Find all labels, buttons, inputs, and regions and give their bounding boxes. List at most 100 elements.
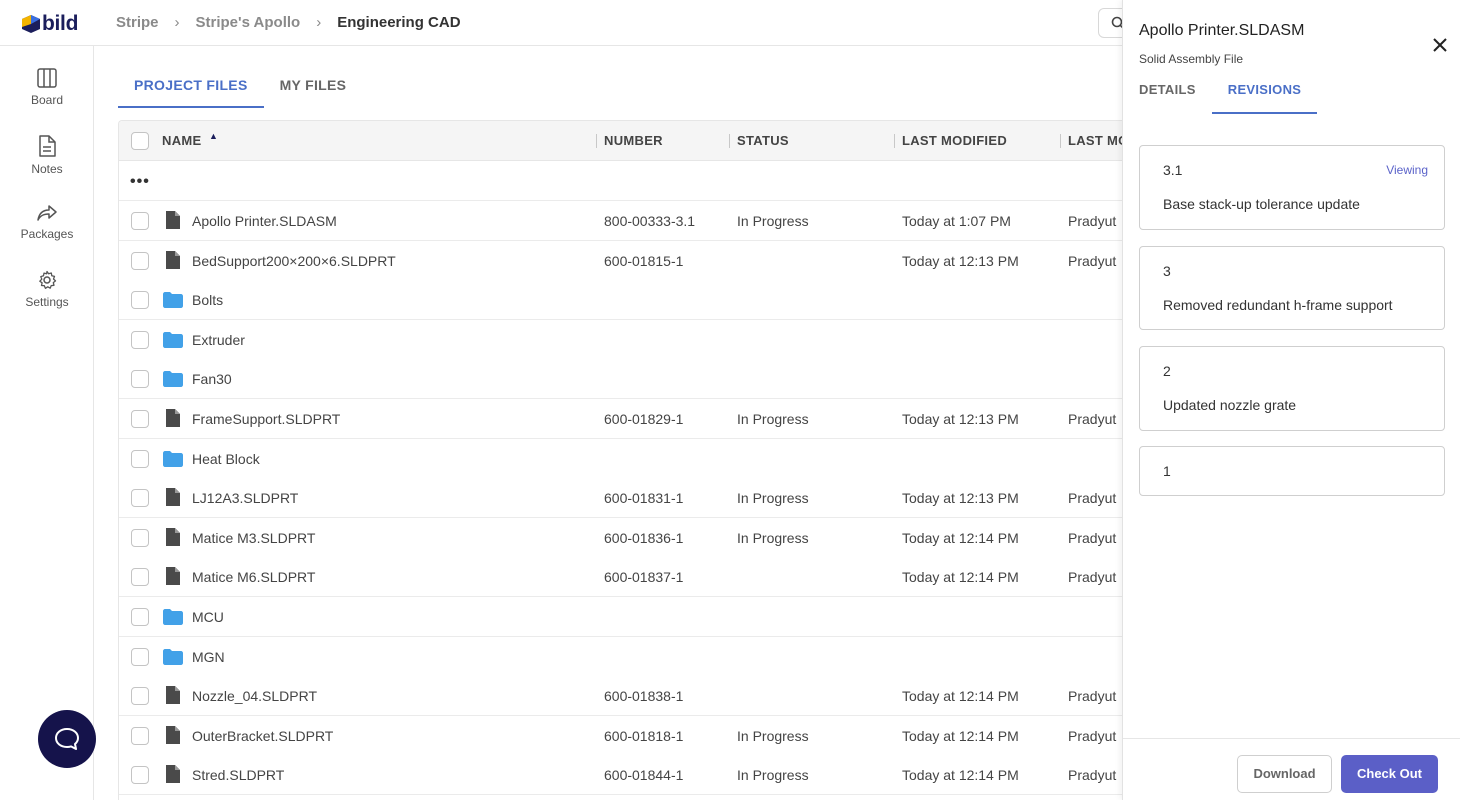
column-header-name[interactable]: NAME xyxy=(162,133,201,148)
last-modified: Today at 12:13 PM xyxy=(902,252,1019,269)
row-checkbox[interactable] xyxy=(131,726,149,745)
column-header-number[interactable]: NUMBER xyxy=(604,133,663,148)
sidebar-item-board[interactable]: Board xyxy=(0,68,94,107)
last-modified-by: Pradyut xyxy=(1068,727,1117,744)
last-modified: Today at 12:14 PM xyxy=(902,529,1019,546)
file-name[interactable]: FrameSupport.SLDPRT xyxy=(192,411,340,427)
tab-project-files[interactable]: PROJECT FILES xyxy=(118,64,264,108)
revision-card[interactable]: 1 xyxy=(1139,446,1445,496)
file-name[interactable]: Fan30 xyxy=(192,371,232,387)
select-all-checkbox[interactable] xyxy=(131,132,149,150)
file-name[interactable]: Extruder xyxy=(192,332,245,348)
row-checkbox[interactable] xyxy=(131,687,149,706)
file-name[interactable]: Nozzle_04.SLDPRT xyxy=(192,688,317,704)
sort-ascending-icon[interactable]: ▲ xyxy=(209,131,218,141)
revision-card[interactable]: 2 Updated nozzle grate xyxy=(1139,346,1445,431)
table-row[interactable]: Stred.SLDPRT 600-01844-1 In Progress Today … xyxy=(119,755,1122,796)
table-row[interactable]: Apollo Printer.SLDASM 800-00333-3.1 In Pro… xyxy=(119,201,1122,241)
file-icon-wrap xyxy=(166,488,180,511)
table-row[interactable]: OuterBracket.SLDPRT 600-01818-1 In Progres… xyxy=(119,715,1122,756)
download-button[interactable]: Download xyxy=(1237,755,1332,793)
file-icon xyxy=(166,211,180,229)
table-row[interactable]: Matice M3.SLDPRT 600-01836-1 In Progress To… xyxy=(119,517,1122,558)
breadcrumb-item[interactable]: Stripe's Apollo xyxy=(196,14,301,31)
tab-my-files[interactable]: MY FILES xyxy=(264,64,363,108)
file-number: 600-01831-1 xyxy=(604,490,684,507)
chat-button[interactable] xyxy=(38,710,96,768)
sidebar-item-notes[interactable]: Notes xyxy=(0,135,94,176)
revision-card[interactable]: 3.1 Viewing Base stack-up tolerance upda… xyxy=(1139,145,1445,230)
row-checkbox[interactable] xyxy=(131,449,149,468)
table-row[interactable]: FrameSupport.SLDPRT 600-01829-1 In Progres… xyxy=(119,399,1122,439)
row-checkbox[interactable] xyxy=(131,489,149,508)
last-modified-by: Pradyut xyxy=(1068,411,1117,427)
row-checkbox[interactable] xyxy=(131,370,149,389)
file-name[interactable]: LJ12A3.SLDPRT xyxy=(192,490,298,506)
sidebar-item-settings[interactable]: Settings xyxy=(0,270,94,309)
row-checkbox[interactable] xyxy=(131,568,149,587)
table-row[interactable]: BedSupport200×200×6.SLDPRT 600-01815-1 Tod… xyxy=(119,240,1122,281)
table-row[interactable]: Bolts xyxy=(119,280,1122,321)
revision-card[interactable]: 3 Removed redundant h-frame support xyxy=(1139,246,1445,330)
table-row[interactable]: Fan30 xyxy=(119,359,1122,400)
row-checkbox[interactable] xyxy=(131,647,149,666)
chevron-right-icon: › xyxy=(316,14,322,31)
file-name[interactable]: Stred.SLDPRT xyxy=(192,767,284,783)
file-name[interactable]: Matice M3.SLDPRT xyxy=(192,530,315,546)
sidebar-item-packages[interactable]: Packages xyxy=(0,204,94,241)
parent-directory-row[interactable]: ••• xyxy=(119,161,1122,201)
column-header-last-modified-by[interactable]: LAST MO xyxy=(1068,133,1122,148)
close-icon[interactable] xyxy=(1431,36,1449,54)
check-out-button[interactable]: Check Out xyxy=(1341,755,1438,793)
table-row[interactable]: Nozzle_04.SLDPRT 600-01838-1 Today at 12:1… xyxy=(119,676,1122,717)
more-dots-icon: ••• xyxy=(130,173,150,190)
column-header-status[interactable]: STATUS xyxy=(737,133,789,148)
table-row[interactable]: Extruder xyxy=(119,319,1122,360)
table-row[interactable]: MGN xyxy=(119,636,1122,677)
share-arrow-icon xyxy=(37,205,57,221)
row-checkbox[interactable] xyxy=(131,410,149,428)
file-name[interactable]: Bolts xyxy=(192,292,223,308)
table-row[interactable]: Heat Block xyxy=(119,438,1122,479)
row-checkbox[interactable] xyxy=(131,212,149,230)
file-name[interactable]: Matice M6.SLDPRT xyxy=(192,569,315,585)
breadcrumb-item[interactable]: Stripe xyxy=(116,14,159,31)
row-checkbox[interactable] xyxy=(131,291,149,310)
file-name[interactable]: Apollo Printer.SLDASM xyxy=(192,213,337,229)
file-name[interactable]: OuterBracket.SLDPRT xyxy=(192,728,333,744)
row-checkbox[interactable] xyxy=(131,766,149,785)
tab-details[interactable]: DETAILS xyxy=(1123,70,1212,114)
column-divider[interactable] xyxy=(894,134,895,148)
column-divider[interactable] xyxy=(1060,134,1061,148)
row-checkbox[interactable] xyxy=(131,608,149,626)
row-checkbox[interactable] xyxy=(131,528,149,547)
last-modified-by: Pradyut xyxy=(1068,688,1117,705)
file-name[interactable]: Heat Block xyxy=(192,451,260,467)
folder-icon-wrap xyxy=(163,292,183,313)
gear-icon xyxy=(39,270,57,289)
table-row[interactable]: MCU xyxy=(119,597,1122,637)
file-name[interactable]: MCU xyxy=(192,609,224,625)
column-divider[interactable] xyxy=(729,134,730,148)
logo[interactable]: bild xyxy=(22,12,78,36)
breadcrumb-current: Engineering CAD xyxy=(337,14,461,31)
tab-revisions[interactable]: REVISIONS xyxy=(1211,70,1318,114)
table-row[interactable]: LJ12A3.SLDPRT 600-01831-1 In Progress Today… xyxy=(119,478,1122,519)
revision-description: Base stack-up tolerance update xyxy=(1163,196,1360,212)
column-header-last-modified[interactable]: LAST MODIFIED xyxy=(902,133,1007,148)
breadcrumb: Stripe › Stripe's Apollo › Engineering C… xyxy=(116,14,461,31)
file-icon-wrap xyxy=(166,725,180,749)
file-name[interactable]: BedSupport200×200×6.SLDPRT xyxy=(192,253,396,269)
column-divider[interactable] xyxy=(596,134,597,148)
row-checkbox[interactable] xyxy=(131,251,149,270)
panel-subtitle: Solid Assembly File xyxy=(1139,52,1244,66)
table-row[interactable]: Matice M6.SLDPRT 600-01837-1 Today at 12:1… xyxy=(119,557,1122,598)
last-modified: Today at 12:14 PM xyxy=(902,688,1019,705)
row-checkbox[interactable] xyxy=(131,330,149,349)
top-bar: bild Stripe › Stripe's Apollo › Engineer… xyxy=(0,0,1138,46)
chevron-right-icon: › xyxy=(174,14,180,31)
file-name[interactable]: MGN xyxy=(192,649,225,665)
sidebar-item-label: Settings xyxy=(25,295,69,309)
file-details-panel: Apollo Printer.SLDASM Solid Assembly Fil… xyxy=(1122,0,1460,800)
board-icon xyxy=(37,68,57,88)
